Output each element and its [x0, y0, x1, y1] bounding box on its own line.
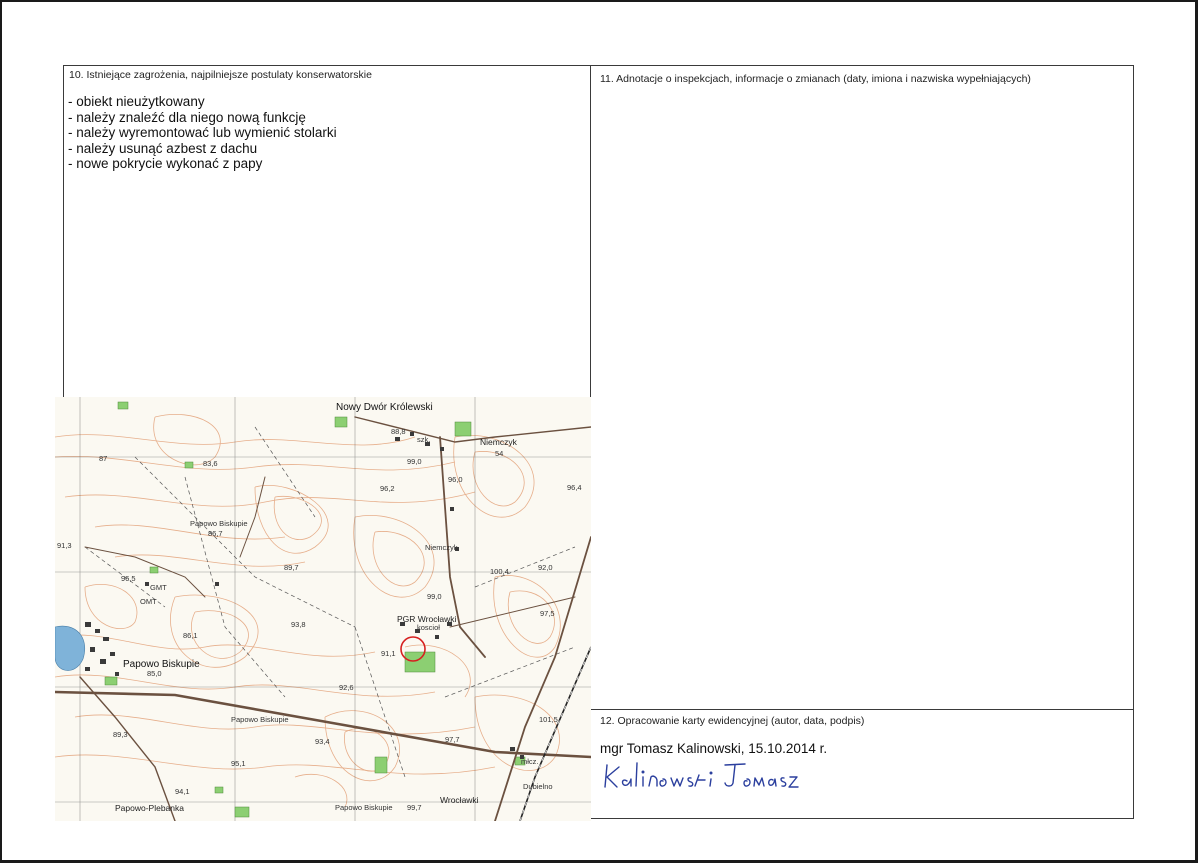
map-label: 97,7 — [445, 735, 460, 744]
map-label: 95,1 — [231, 759, 246, 768]
map-label: 93,8 — [291, 620, 306, 629]
map-label: 94,1 — [175, 787, 190, 796]
map-label: 96,0 — [448, 475, 463, 484]
threat-item: należy usunąć azbest z dachu — [68, 141, 337, 157]
threat-item: należy wyremontować lub wymienić stolark… — [68, 125, 336, 141]
map-label: 96,4 — [567, 483, 582, 492]
map-label: 88,8 — [391, 427, 406, 436]
map-label: Wrocławki — [440, 795, 479, 805]
map-label: Niemczyk — [425, 543, 458, 552]
map-label: 99,7 — [407, 803, 422, 812]
topographic-map: Nowy Dwór Królewski Niemczyk Papowo Bisk… — [55, 397, 591, 821]
map-label: 87 — [99, 454, 108, 463]
map-label: 93,4 — [315, 737, 330, 746]
scan-edge-top — [0, 0, 1198, 2]
map-label: 97,5 — [540, 609, 555, 618]
map-label: OMT — [140, 597, 157, 606]
map-label: Dubielno — [523, 782, 553, 791]
threat-item: obiekt nieużytkowany — [68, 94, 337, 110]
map-label: koscioł — [417, 623, 440, 632]
map-label: 101,5 — [539, 715, 558, 724]
threat-item: należy znaleźć dla niego nową funkcję — [68, 110, 337, 126]
scan-edge-left — [0, 0, 2, 863]
map-label: 83,6 — [203, 459, 218, 468]
section-annotations: 11. Adnotacje o inspekcjach, informacje … — [590, 65, 1134, 710]
map-label: 96,5 — [121, 574, 136, 583]
section-threats-heading: 10. Istniejące zagrożenia, najpilniejsze… — [69, 69, 372, 81]
author-line: mgr Tomasz Kalinowski, 15.10.2014 r. — [600, 741, 828, 756]
map-label: 86,7 — [208, 529, 223, 538]
map-label: Papowo Biskupie — [190, 519, 248, 528]
map-label: Niemczyk — [480, 437, 517, 447]
map-label: 100,4 — [490, 567, 509, 576]
map-label: Papowo Biskupie — [231, 715, 289, 724]
map-label: Papowo Biskupie — [335, 803, 393, 812]
map-label: 99,0 — [427, 592, 442, 601]
map-label: 85,0 — [147, 669, 162, 678]
section-card-author-heading: 12. Opracowanie karty ewidencyjnej (auto… — [600, 715, 865, 727]
handwritten-signature — [604, 762, 799, 788]
section-annotations-heading: 11. Adnotacje o inspekcjach, informacje … — [600, 73, 1031, 85]
map-label: 99,0 — [407, 457, 422, 466]
section-threats: 10. Istniejące zagrożenia, najpilniejsze… — [63, 65, 591, 397]
map-label: 54 — [495, 449, 504, 458]
map-label: 96,2 — [380, 484, 395, 493]
map-label: młcz. — [521, 757, 539, 766]
map-label: Nowy Dwór Królewski — [336, 402, 433, 413]
threat-item: nowe pokrycie wykonać z papy — [68, 156, 337, 172]
map-label: Papowo-Plebanka — [115, 803, 184, 813]
map-graphics — [55, 397, 591, 821]
map-label: 89,3 — [113, 730, 128, 739]
map-label: 91,3 — [57, 541, 72, 550]
threats-list: obiekt nieużytkowany należy znaleźć dla … — [68, 94, 337, 172]
section-card-author: 12. Opracowanie karty ewidencyjnej (auto… — [590, 709, 1134, 819]
map-label: 91,1 — [381, 649, 396, 658]
map-label: GMT — [150, 583, 167, 592]
map-label: 89,7 — [284, 563, 299, 572]
map-label: 92,6 — [339, 683, 354, 692]
map-label: 86,1 — [183, 631, 198, 640]
map-label: szk. — [417, 435, 431, 444]
map-label: 92,0 — [538, 563, 553, 572]
